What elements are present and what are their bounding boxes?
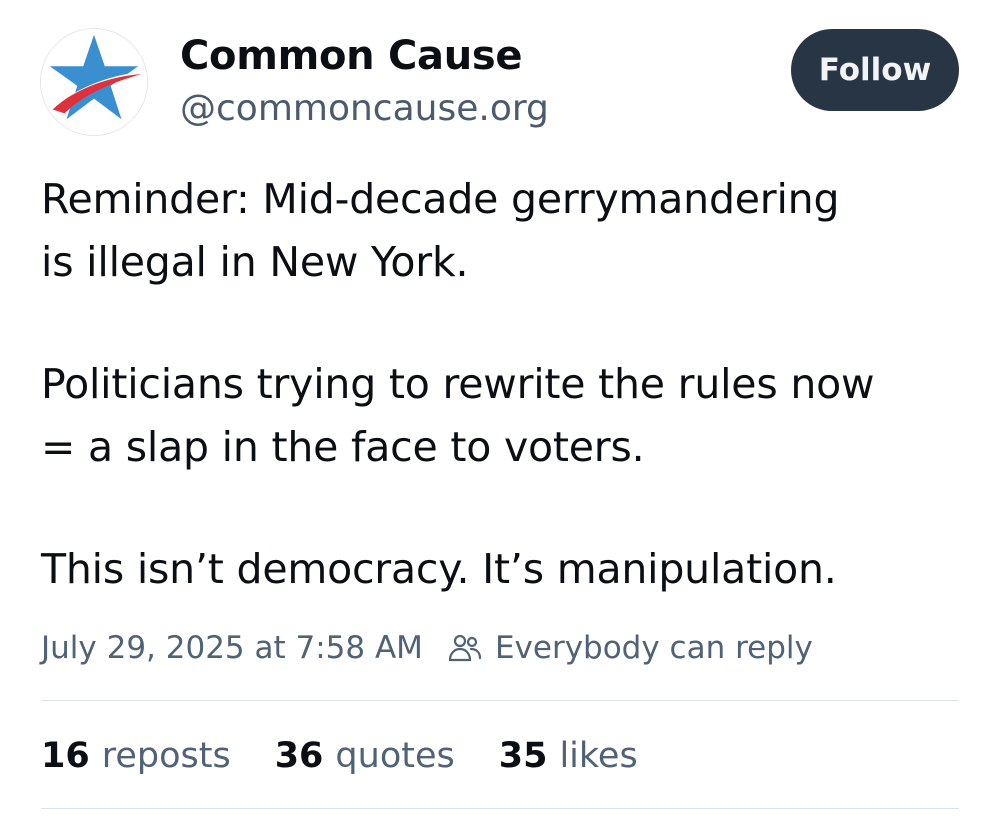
likes-stat[interactable]: 35 likes [499,736,638,776]
post-text-line: Reminder: Mid-decade gerrymandering [41,175,840,223]
reposts-label: reposts [101,736,231,776]
post-timestamp[interactable]: July 29, 2025 at 7:58 AM [41,630,423,666]
likes-label: likes [559,736,638,776]
reply-setting: Everybody can reply [447,630,813,666]
people-icon [448,634,482,662]
post-stats: 16 reposts 36 quotes 35 likes [41,734,682,778]
post-text-line: = a slap in the face to voters. [41,423,645,471]
reposts-count: 16 [41,736,90,776]
follow-button[interactable]: Follow [791,29,959,111]
quotes-stat[interactable]: 36 quotes [275,736,455,776]
post-text-line: is illegal in New York. [41,238,469,286]
author-avatar[interactable] [40,28,148,136]
reply-setting-label: Everybody can reply [494,630,813,666]
common-cause-star-logo-icon [41,29,147,135]
quotes-count: 36 [274,736,324,776]
divider [41,700,959,701]
reposts-stat[interactable]: 16 reposts [41,736,231,776]
post-meta: July 29, 2025 at 7:58 AM Everybody can r… [41,628,813,668]
author-handle[interactable]: @commoncause.org [180,88,549,129]
quotes-label: quotes [335,736,455,776]
divider [41,808,959,809]
post-thread-anchor: Common Cause @commoncause.org Follow Rem… [0,0,1000,821]
post-text-line: This isn’t democracy. It’s manipulation. [41,545,837,593]
post-text-line: Politicians trying to rewrite the rules … [41,360,875,408]
likes-count: 35 [498,736,548,776]
author-display-name[interactable]: Common Cause [180,33,523,79]
